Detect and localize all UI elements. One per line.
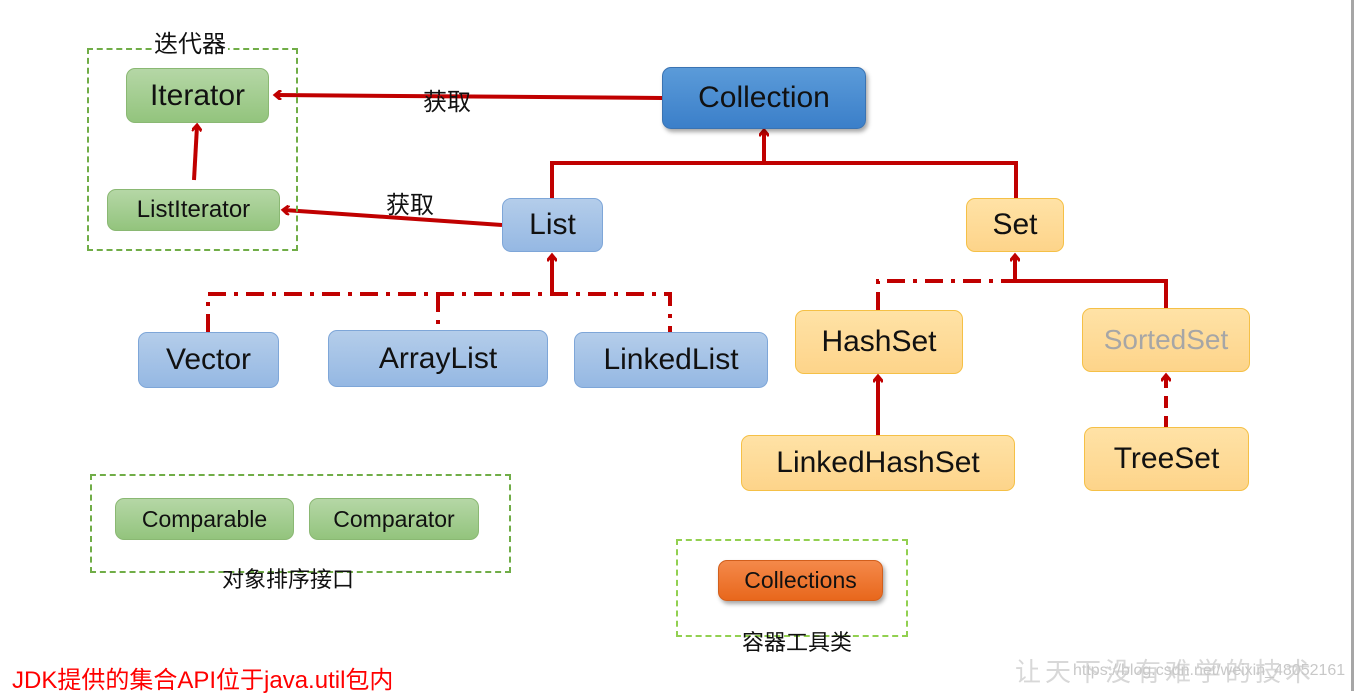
iterator-group-label: 迭代器: [152, 24, 228, 59]
node-comparable[interactable]: Comparable: [115, 498, 294, 540]
node-linked-hash-set-label: LinkedHashSet: [776, 446, 980, 479]
node-collection[interactable]: Collection: [662, 67, 866, 129]
utility-group-label: 容器工具类: [742, 631, 853, 656]
node-vector-label: Vector: [165, 343, 252, 376]
footer-note: JDK提供的集合API位于java.util包内: [12, 667, 394, 694]
connector-hashset-to-set: [876, 279, 1015, 310]
edge-label-collection-iterator: 获取: [423, 88, 471, 116]
node-iterator-label: Iterator: [149, 78, 246, 112]
node-sorted-set-label: SortedSet: [1103, 324, 1229, 355]
node-list-iterator[interactable]: ListIterator: [107, 189, 280, 231]
node-set-label: Set: [992, 208, 1038, 241]
connector-list-set-to-collection: [550, 161, 1018, 198]
node-iterator[interactable]: Iterator: [126, 68, 269, 123]
node-linked-list[interactable]: LinkedList: [574, 332, 768, 388]
node-list[interactable]: List: [502, 198, 603, 252]
node-list-label: List: [529, 208, 576, 241]
node-list-iterator-label: ListIterator: [136, 196, 251, 223]
node-linked-hash-set[interactable]: LinkedHashSet: [741, 435, 1015, 491]
node-tree-set-label: TreeSet: [1113, 442, 1220, 475]
watermark-url: https://blog.csdn.net/weixin_48052161: [1073, 662, 1346, 679]
connector-sortedset-to-set: [1015, 279, 1168, 308]
node-hash-set[interactable]: HashSet: [795, 310, 963, 374]
node-comparable-label: Comparable: [141, 505, 268, 532]
node-vector[interactable]: Vector: [138, 332, 279, 388]
node-array-list-label: ArrayList: [378, 341, 498, 375]
edge-label-list-listiterator: 获取: [386, 191, 434, 219]
node-set[interactable]: Set: [966, 198, 1064, 252]
node-comparator[interactable]: Comparator: [309, 498, 479, 540]
node-linked-list-label: LinkedList: [603, 343, 739, 376]
node-array-list[interactable]: ArrayList: [328, 330, 548, 387]
node-hash-set-label: HashSet: [821, 325, 937, 358]
sorting-group-label: 对象排序接口: [222, 568, 355, 593]
node-comparator-label: Comparator: [333, 505, 455, 532]
node-collection-label: Collection: [698, 81, 830, 114]
node-collections[interactable]: Collections: [718, 560, 883, 601]
node-collections-label: Collections: [744, 567, 857, 593]
node-sorted-set[interactable]: SortedSet: [1082, 308, 1250, 372]
node-tree-set[interactable]: TreeSet: [1084, 427, 1249, 491]
